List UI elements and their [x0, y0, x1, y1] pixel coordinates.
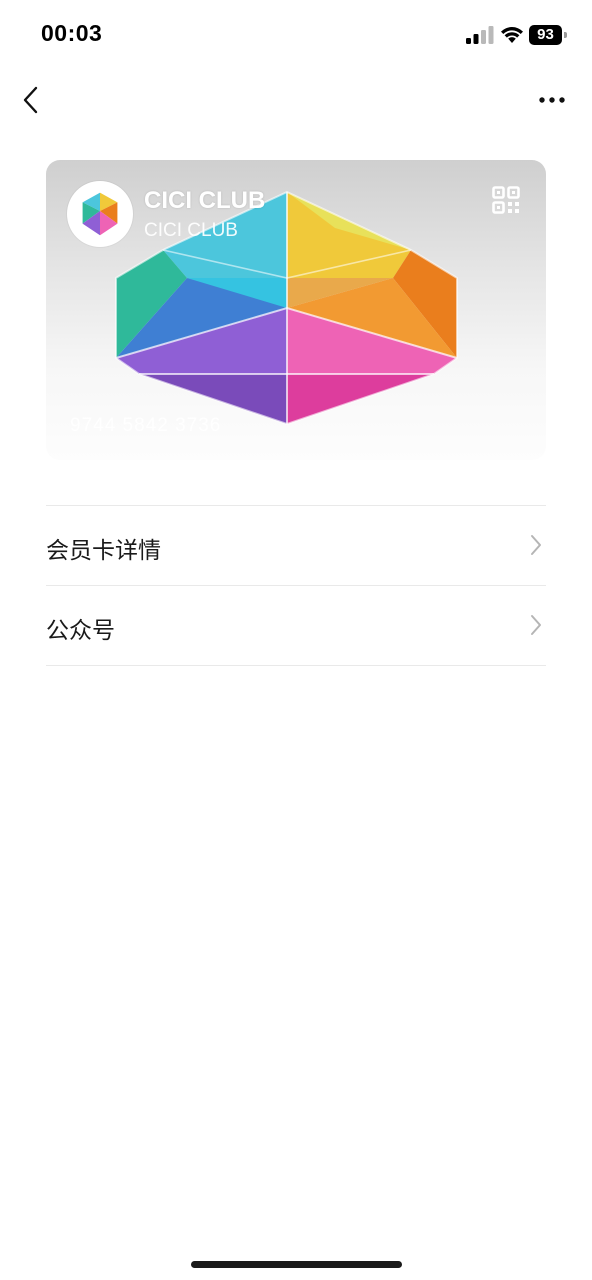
club-logo: [67, 181, 133, 247]
home-indicator[interactable]: [191, 1261, 402, 1268]
more-dots-icon: [539, 97, 565, 103]
gem-logo-icon: [81, 191, 119, 237]
signal-icon: [466, 26, 494, 44]
battery-cap: [564, 32, 567, 38]
member-card[interactable]: CICI CLUB CICI CLUB 9744 5842 3736: [46, 160, 546, 460]
qr-code-icon[interactable]: [492, 186, 520, 214]
battery-level: 93: [529, 25, 562, 45]
card-title: CICI CLUB: [144, 187, 266, 214]
card-menu-list: 会员卡详情 公众号: [46, 505, 546, 666]
card-subtitle: CICI CLUB: [144, 220, 238, 241]
list-item-label: 公众号: [46, 618, 115, 644]
chevron-right-icon: [531, 535, 541, 555]
status-time: 00:03: [41, 20, 103, 46]
more-button[interactable]: [532, 84, 572, 116]
chevron-right-icon: [531, 615, 541, 635]
wifi-icon: [501, 27, 523, 43]
back-button[interactable]: [14, 80, 54, 120]
list-item-official-account[interactable]: 公众号: [46, 586, 546, 666]
list-item-card-details[interactable]: 会员卡详情: [46, 506, 546, 586]
chevron-left-icon: [23, 86, 38, 114]
battery-icon: 93: [529, 25, 567, 45]
card-number: 9744 5842 3736: [70, 415, 222, 436]
status-bar: 00:03 93: [0, 0, 592, 72]
list-item-label: 会员卡详情: [46, 538, 161, 564]
